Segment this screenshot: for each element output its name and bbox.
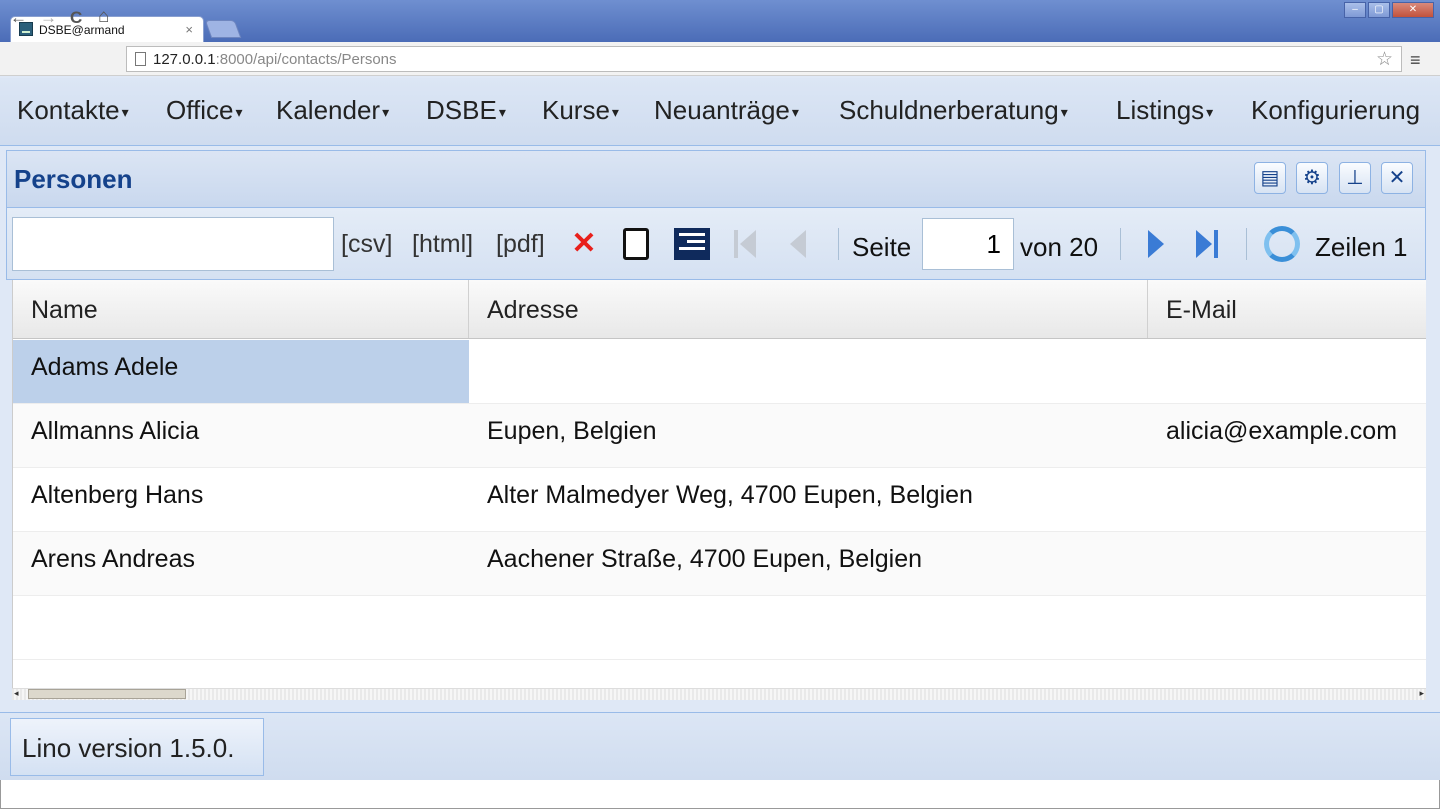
close-icon: ✕ [1388,167,1406,189]
previous-page-icon[interactable] [790,230,806,258]
cell-email[interactable] [1148,532,1426,595]
back-arrow-icon[interactable]: ← [10,8,27,28]
cell-email[interactable] [1148,468,1426,531]
version-button[interactable]: Lino version 1.5.0. [10,718,264,776]
menu-konfigurierung[interactable]: Konfigurierung [1251,95,1420,126]
first-page-icon[interactable] [734,230,758,258]
toolbar-separator [1120,228,1121,260]
cell-name[interactable]: Arens Andreas [13,532,469,595]
minimize-button[interactable]: – [1344,2,1366,18]
dropdown-arrow-icon: ▾ [121,103,129,120]
cell-name[interactable]: Altenberg Hans [13,468,469,531]
detail-view-icon[interactable] [674,228,710,260]
menu-office[interactable]: Office ▾ [166,95,242,126]
menu-kontakte[interactable]: Kontakte ▾ [17,95,129,126]
cell-address[interactable]: Alter Malmedyer Weg, 4700 Eupen, Belgien [469,468,1148,531]
cell-name[interactable]: Adams Adele [13,340,469,403]
dropdown-arrow-icon: ▾ [382,103,390,120]
table-row[interactable]: Altenberg Hans Alter Malmedyer Weg, 4700… [13,468,1426,532]
dropdown-arrow-icon: ▾ [1060,103,1068,120]
maximize-button[interactable]: ▢ [1368,2,1390,18]
save-icon: ▤ [1260,167,1280,189]
pin-button[interactable]: ⊥ [1339,162,1371,194]
dropdown-arrow-icon: ▾ [611,103,619,120]
persons-grid: Name Adresse E-Mail Adams Adele Allmanns… [12,280,1426,698]
delete-icon[interactable]: ✕ [566,226,602,262]
panel-header [6,150,1426,208]
empty-row [13,596,1426,660]
cell-email[interactable]: alicia@example.com [1148,404,1426,467]
cell-email[interactable] [1148,340,1426,403]
column-header-name[interactable]: Name [13,280,469,338]
window-close-button[interactable]: ✕ [1392,2,1434,18]
page-number-input[interactable] [922,218,1014,270]
cell-address[interactable] [469,340,1148,403]
scroll-left-arrow-icon[interactable]: ◂ [14,688,19,699]
save-grid-config-button[interactable]: ▤ [1254,162,1286,194]
bottom-strip [0,780,1440,809]
home-icon[interactable]: ⌂ [98,6,109,28]
panel-title: Personen [14,164,133,194]
page-count-label: von 20 [1020,232,1099,262]
pdf-export-button[interactable]: [pdf] [496,230,545,259]
menu-dsbe[interactable]: DSBE ▾ [426,95,506,126]
url-text: 127.0.0.1:8000/api/contacts/Persons [153,51,397,68]
page-label: Seite [852,232,912,262]
forward-arrow-icon[interactable]: → [40,8,57,28]
dropdown-arrow-icon: ▾ [1206,103,1214,120]
browser-menu-icon[interactable]: ≡ [1410,50,1421,71]
menu-kurse[interactable]: Kurse ▾ [542,95,619,126]
menu-schuldnerberatung[interactable]: Schuldnerberatung ▾ [839,95,1068,126]
table-row[interactable]: Adams Adele [13,340,1426,404]
rows-label: Zeilen 1 [1315,232,1408,262]
html-export-button[interactable]: [html] [412,230,473,259]
gear-icon: ⚙ [1303,167,1321,189]
cell-name[interactable]: Allmanns Alicia [13,404,469,467]
close-panel-button[interactable]: ✕ [1381,162,1413,194]
menu-listings[interactable]: Listings ▾ [1116,95,1213,126]
address-bar[interactable]: 127.0.0.1:8000/api/contacts/Persons ☆ [126,46,1402,72]
page-icon [135,52,146,66]
table-row[interactable]: Allmanns Alicia Eupen, Belgien alicia@ex… [13,404,1426,468]
scrollbar-thumb[interactable] [28,689,186,699]
refresh-icon[interactable] [1264,226,1300,262]
column-header-adresse[interactable]: Adresse [469,280,1148,338]
toolbar-separator [1246,228,1247,260]
reload-icon[interactable]: C [70,8,82,28]
toolbar-separator [838,228,839,260]
new-record-icon[interactable] [623,228,649,260]
cell-address[interactable]: Aachener Straße, 4700 Eupen, Belgien [469,532,1148,595]
next-page-icon[interactable] [1148,230,1164,258]
menu-neuantraege[interactable]: Neuanträge ▾ [654,95,799,126]
new-tab-button[interactable] [204,20,242,38]
csv-export-button[interactable]: [csv] [341,230,392,259]
tab-close-icon[interactable]: × [185,22,193,37]
main-menubar: Kontakte ▾ Office ▾ Kalender ▾ DSBE ▾ Kurse ▾… [0,78,1440,146]
dropdown-arrow-icon: ▾ [791,103,799,120]
dropdown-arrow-icon: ▾ [498,103,506,120]
scroll-right-arrow-icon[interactable]: ▸ [1419,688,1424,699]
table-row[interactable]: Arens Andreas Aachener Straße, 4700 Eupe… [13,532,1426,596]
horizontal-scrollbar[interactable]: ◂ ▸ [12,688,1426,700]
last-page-icon[interactable] [1196,230,1222,258]
cell-address[interactable]: Eupen, Belgien [469,404,1148,467]
pin-icon: ⊥ [1346,167,1364,189]
quick-filter-input[interactable] [12,217,334,271]
settings-button[interactable]: ⚙ [1296,162,1328,194]
dropdown-arrow-icon: ▾ [235,103,243,120]
menu-kalender[interactable]: Kalender ▾ [276,95,389,126]
column-header-email[interactable]: E-Mail [1148,280,1426,338]
bookmark-star-icon[interactable]: ☆ [1376,48,1393,71]
grid-header: Name Adresse E-Mail [13,280,1426,339]
